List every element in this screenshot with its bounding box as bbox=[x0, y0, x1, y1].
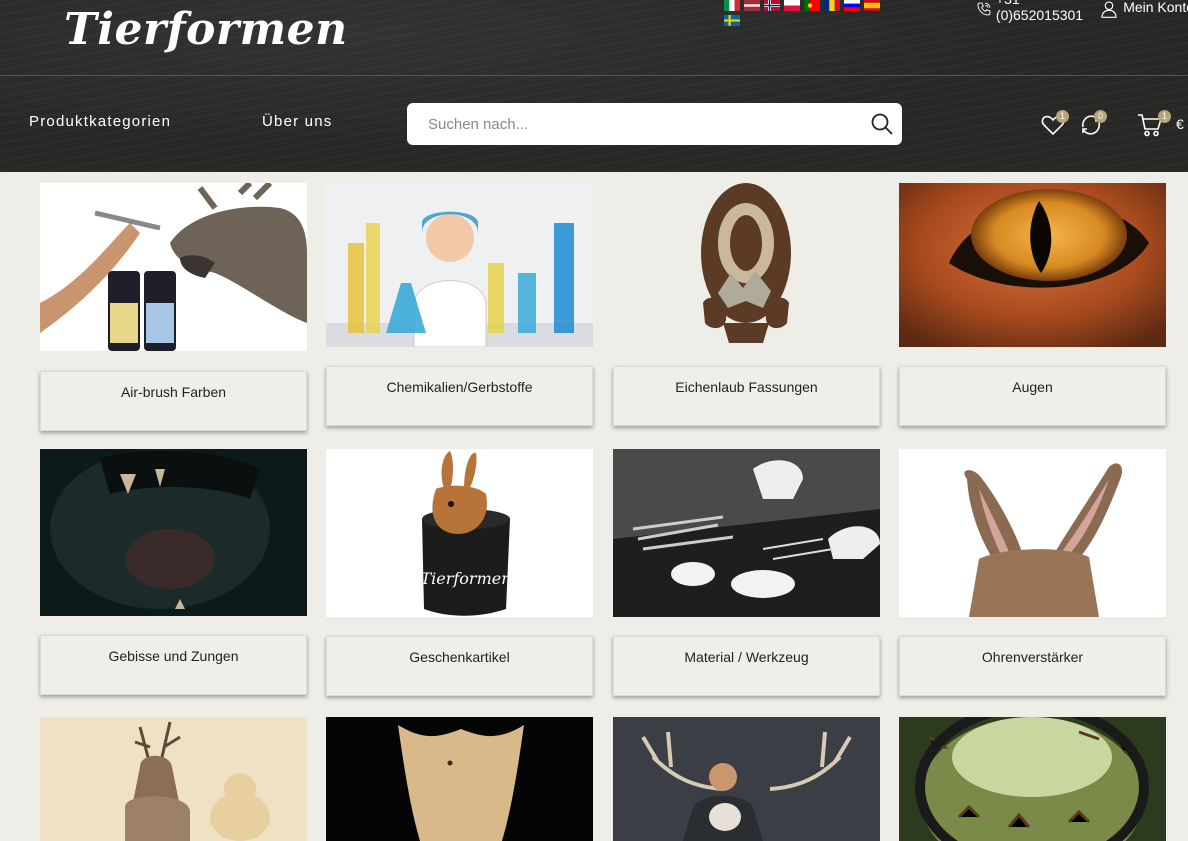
category-image-gifts[interactable]: Tierformen bbox=[326, 449, 593, 617]
oak-leaf-mount-image bbox=[613, 183, 880, 347]
fox-eye-image bbox=[899, 183, 1166, 347]
compare-count-badge: 0 bbox=[1094, 110, 1107, 123]
category-card[interactable]: Material / Werkzeug bbox=[613, 449, 880, 696]
category-image-ear-liners[interactable] bbox=[899, 449, 1166, 617]
cart-total: € bbox=[1176, 116, 1184, 132]
category-card[interactable]: Augen bbox=[899, 183, 1166, 426]
category-card[interactable]: Air-brush Farben bbox=[40, 183, 307, 431]
romanian-flag-icon[interactable] bbox=[824, 0, 840, 11]
user-icon bbox=[1101, 1, 1117, 18]
category-card[interactable] bbox=[40, 717, 307, 841]
spanish-flag-icon[interactable] bbox=[864, 0, 880, 11]
category-card[interactable] bbox=[613, 717, 880, 841]
category-image-chemicals[interactable] bbox=[326, 183, 593, 347]
nav-product-categories[interactable]: Produktkategorien bbox=[29, 113, 171, 130]
language-flags bbox=[724, 0, 894, 26]
wildlife-scene-image bbox=[899, 717, 1166, 841]
category-card[interactable]: Tierformen Geschenkartikel bbox=[326, 449, 593, 696]
category-card[interactable] bbox=[899, 717, 1166, 841]
category-label-teeth[interactable]: Gebisse und Zungen bbox=[40, 635, 307, 695]
category-label-ear-liners[interactable]: Ohrenverstärker bbox=[899, 636, 1166, 696]
category-image-row3-4[interactable] bbox=[899, 717, 1166, 841]
brand-name: Tierformen bbox=[64, 4, 348, 55]
category-image-row3-2[interactable] bbox=[326, 717, 593, 841]
norwegian-flag-icon[interactable] bbox=[764, 0, 780, 11]
category-label-tools[interactable]: Material / Werkzeug bbox=[613, 636, 880, 696]
search-bar bbox=[407, 103, 902, 145]
man-with-antlers-image bbox=[613, 717, 880, 841]
category-image-eyes[interactable] bbox=[899, 183, 1166, 347]
site-header: Tierformen +31 (0)652015301 Mein Konto P… bbox=[0, 0, 1188, 172]
search-icon[interactable] bbox=[870, 112, 894, 136]
search-input[interactable] bbox=[407, 103, 902, 145]
wooden-shield-image bbox=[326, 717, 593, 841]
polish-flag-icon[interactable] bbox=[784, 0, 800, 11]
deer-ears-image bbox=[899, 449, 1166, 617]
taxidermy-tools-image bbox=[613, 449, 880, 617]
category-label-chemicals[interactable]: Chemikalien/Gerbstoffe bbox=[326, 366, 593, 426]
category-label-gifts[interactable]: Geschenkartikel bbox=[326, 636, 593, 696]
category-image-row3-3[interactable] bbox=[613, 717, 880, 841]
category-label-airbrush[interactable]: Air-brush Farben bbox=[40, 371, 307, 431]
category-label-eyes[interactable]: Augen bbox=[899, 366, 1166, 426]
category-card[interactable]: Gebisse und Zungen bbox=[40, 449, 307, 695]
account-link[interactable]: Mein Konto bbox=[1099, 0, 1188, 19]
brand-logo[interactable]: Tierformen bbox=[62, 0, 347, 60]
italian-flag-icon[interactable] bbox=[724, 0, 740, 11]
portuguese-flag-icon[interactable] bbox=[804, 0, 820, 11]
nav-about-us[interactable]: Über uns bbox=[262, 113, 332, 130]
rabbit-gift-box-image: Tierformen bbox=[326, 449, 593, 617]
category-label-oak-leaves[interactable]: Eichenlaub Fassungen bbox=[613, 366, 880, 426]
wolf-teeth-image bbox=[40, 449, 307, 616]
phone-icon bbox=[977, 2, 991, 16]
category-card[interactable] bbox=[326, 717, 593, 841]
phone-number[interactable]: +31 (0)652015301 bbox=[996, 0, 1087, 23]
latvian-flag-icon[interactable] bbox=[744, 0, 760, 11]
category-image-teeth[interactable] bbox=[40, 449, 307, 616]
category-card[interactable]: Ohrenverstärker bbox=[899, 449, 1166, 696]
category-image-oak-leaves[interactable] bbox=[613, 183, 880, 347]
account-label: Mein Konto bbox=[1123, 0, 1188, 15]
swedish-flag-icon[interactable] bbox=[724, 15, 740, 26]
airbrush-deer-image bbox=[40, 183, 307, 351]
deer-figurines-image bbox=[40, 717, 307, 841]
lab-chemist-image bbox=[326, 183, 593, 347]
svg-text:Tierformen: Tierformen bbox=[420, 569, 511, 588]
cart-count-badge: 1 bbox=[1158, 110, 1171, 123]
category-card[interactable]: Chemikalien/Gerbstoffe bbox=[326, 183, 593, 426]
category-image-tools[interactable] bbox=[613, 449, 880, 617]
category-image-row3-1[interactable] bbox=[40, 717, 307, 841]
wishlist-count-badge: 1 bbox=[1056, 110, 1069, 123]
contact-bar: +31 (0)652015301 Mein Konto bbox=[976, 0, 1188, 23]
category-card[interactable]: Eichenlaub Fassungen bbox=[613, 183, 880, 426]
category-image-airbrush[interactable] bbox=[40, 183, 307, 351]
slovenian-flag-icon[interactable] bbox=[844, 0, 860, 11]
